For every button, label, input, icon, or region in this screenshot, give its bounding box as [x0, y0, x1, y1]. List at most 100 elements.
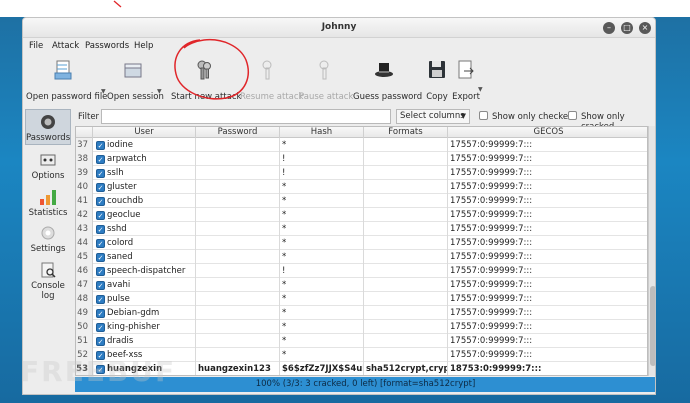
row-number: 44 [76, 236, 93, 250]
copy-button[interactable]: Copy [424, 56, 450, 104]
column-header-password[interactable]: Password [196, 127, 280, 138]
minimize-icon[interactable]: – [603, 22, 615, 34]
row-checkbox[interactable]: ✓ [96, 337, 105, 346]
dropdown-arrow-icon[interactable]: ▼ [101, 88, 106, 95]
row-checkbox[interactable]: ✓ [96, 267, 105, 276]
sidebar-item-label: Statistics [28, 208, 68, 218]
row-number: 50 [76, 320, 93, 334]
export-button[interactable]: Export [452, 56, 480, 104]
row-checkbox[interactable]: ✓ [96, 169, 105, 178]
row-checkbox[interactable]: ✓ [96, 281, 105, 290]
close-icon[interactable]: × [639, 22, 651, 34]
cell-formats [364, 348, 448, 362]
row-checkbox[interactable]: ✓ [96, 295, 105, 304]
maximize-icon[interactable]: □ [621, 22, 633, 34]
menu-help[interactable]: Help [134, 41, 153, 51]
column-header-gecos[interactable]: GECOS [448, 127, 647, 138]
cell-user: king-phisher [93, 320, 196, 334]
cell-gecos: 17557:0:99999:7::: [450, 182, 533, 192]
vertical-scrollbar[interactable] [648, 126, 655, 376]
table-row[interactable]: 44 colord * 17557:0:99999:7::: ✓ [76, 236, 647, 250]
cell-gecos: 17557:0:99999:7::: [450, 252, 533, 262]
table-row[interactable]: 47 avahi * 17557:0:99999:7::: ✓ [76, 278, 647, 292]
select-columns-dropdown[interactable]: Select columns ▼ [396, 109, 470, 124]
table-row[interactable]: 41 couchdb * 17557:0:99999:7::: ✓ [76, 194, 647, 208]
cell-gecos: 17557:0:99999:7::: [450, 266, 533, 276]
cell-hash: * [280, 292, 364, 306]
cell-gecos: 17557:0:99999:7::: [450, 238, 533, 248]
column-header-hash[interactable]: Hash [280, 127, 364, 138]
row-checkbox[interactable]: ✓ [96, 141, 105, 150]
row-checkbox[interactable]: ✓ [96, 225, 105, 234]
row-checkbox[interactable]: ✓ [96, 253, 105, 262]
table-row[interactable]: 37 iodine * 17557:0:99999:7::: ✓ [76, 138, 647, 152]
sidebar-item-options[interactable]: Options [25, 148, 71, 184]
row-number: 47 [76, 278, 93, 292]
sidebar-item-console-log[interactable]: Console log [25, 258, 71, 301]
column-header-user[interactable]: User [93, 127, 196, 138]
cell-password [196, 278, 280, 292]
dropdown-arrow-icon[interactable]: ▼ [157, 88, 162, 95]
menu-file[interactable]: File [29, 41, 43, 51]
menu-attack[interactable]: Attack [52, 41, 79, 51]
scrollbar-thumb[interactable] [650, 286, 655, 366]
table-row[interactable]: 38 arpwatch! 17557:0:99999:7::: ✓ [76, 152, 647, 166]
cell-formats [364, 320, 448, 334]
cell-formats [364, 334, 448, 348]
guess-password-button[interactable]: Guess password [353, 56, 423, 104]
filter-input[interactable] [101, 109, 391, 124]
open-session-button[interactable]: Open session [107, 56, 164, 104]
row-checkbox[interactable]: ✓ [96, 211, 105, 220]
start-new-attack-button[interactable]: Start new attack [171, 56, 241, 104]
row-checkbox[interactable]: ✓ [96, 155, 105, 164]
cell-formats [364, 278, 448, 292]
cell-hash: ! [280, 166, 364, 180]
toolbar: Open password file ▼ Open session ▼ Star… [23, 54, 655, 106]
dropdown-arrow-icon[interactable]: ▼ [478, 86, 483, 93]
cell-password [196, 166, 280, 180]
table-row[interactable]: 39 sslh! 17557:0:99999:7::: ✓ [76, 166, 647, 180]
titlebar: Johnny – □ × [23, 18, 655, 38]
keys-icon [262, 60, 272, 80]
sidebar-item-settings[interactable]: Settings [25, 221, 71, 257]
column-header-formats[interactable]: Formats [364, 127, 448, 138]
table-row[interactable]: 50 king-phisher * 17557:0:99999:7::: ✓ [76, 320, 647, 334]
cell-hash: * [280, 180, 364, 194]
cell-hash: $6$zfZz7JJX$S4ubF... [282, 362, 364, 375]
open-password-file-button[interactable]: Open password file [26, 56, 107, 104]
table-row[interactable]: 43 sshd * 17557:0:99999:7::: ✓ [76, 222, 647, 236]
menu-passwords[interactable]: Passwords [85, 41, 129, 51]
table-row[interactable]: 40 gluster * 17557:0:99999:7::: ✓ [76, 180, 647, 194]
export-label: Export [452, 92, 480, 102]
resume-attack-button[interactable]: Resume attack [240, 56, 303, 104]
show-only-cracked-checkbox[interactable] [568, 111, 577, 120]
row-checkbox[interactable]: ✓ [96, 323, 105, 332]
top-strip [0, 0, 690, 17]
cell-hash: ! [280, 264, 364, 278]
cell-user: colord [93, 236, 196, 250]
sidebar-item-passwords[interactable]: Passwords [25, 109, 71, 145]
row-checkbox[interactable]: ✓ [96, 183, 105, 192]
pause-keys-icon [319, 60, 329, 80]
cell-hash: * [280, 334, 364, 348]
table-row[interactable]: 48 pulse * 17557:0:99999:7::: ✓ [76, 292, 647, 306]
filter-label: Filter [78, 112, 100, 122]
guess-password-label: Guess password [353, 92, 423, 102]
cell-formats [364, 152, 448, 166]
row-checkbox[interactable]: ✓ [96, 197, 105, 206]
show-only-checked-checkbox[interactable] [479, 111, 488, 120]
cell-formats [364, 138, 448, 152]
cell-password [196, 152, 280, 166]
table-row[interactable]: 49 Debian-gdm * 17557:0:99999:7::: ✓ [76, 306, 647, 320]
table-row[interactable]: 51 dradis * 17557:0:99999:7::: ✓ [76, 334, 647, 348]
pause-attack-button[interactable]: Pause attack [299, 56, 353, 104]
sidebar-item-label: Options [31, 171, 65, 181]
sidebar-item-statistics[interactable]: Statistics [25, 185, 71, 221]
annotation-mark [113, 0, 122, 8]
row-checkbox[interactable]: ✓ [96, 239, 105, 248]
table-row[interactable]: 42 geoclue * 17557:0:99999:7::: ✓ [76, 208, 647, 222]
cell-formats [364, 194, 448, 208]
row-checkbox[interactable]: ✓ [96, 309, 105, 318]
table-row[interactable]: 45 saned * 17557:0:99999:7::: ✓ [76, 250, 647, 264]
table-row[interactable]: 46 speech-dispatcher! 17557:0:99999:7::: ✓ [76, 264, 647, 278]
